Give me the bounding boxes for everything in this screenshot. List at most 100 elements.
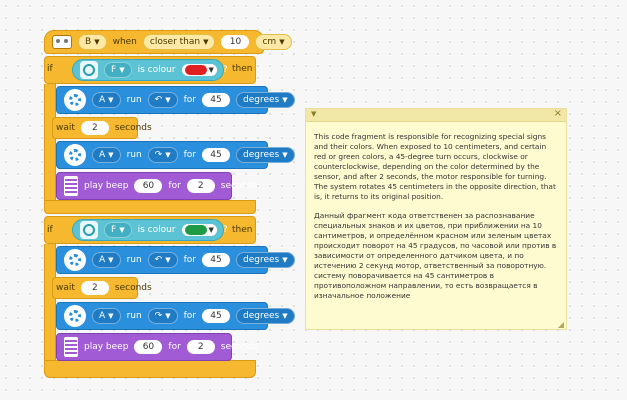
comment-note[interactable]: ▼ × This code fragment is responsible fo… <box>305 108 567 330</box>
motor-run-row: A ▼ run ↶ ▼ for 45 degrees ▼ <box>56 246 295 274</box>
beep-seconds-value[interactable]: 2 <box>186 340 215 354</box>
direction-select[interactable]: ↷ ▼ <box>147 147 178 163</box>
seconds-label: seconds <box>220 342 258 352</box>
chevron-down-icon: ▼ <box>108 96 114 104</box>
unit-select[interactable]: cm ▼ <box>255 34 292 50</box>
motor-icon <box>64 89 86 111</box>
chevron-down-icon: ▼ <box>279 38 285 46</box>
color-sensor-icon <box>80 61 98 79</box>
counterclockwise-icon: ↶ <box>154 255 163 265</box>
if-block-1-arm <box>44 84 56 204</box>
run-label: run <box>126 95 142 105</box>
colour-swatch-select[interactable]: ▼ <box>181 224 217 236</box>
clockwise-icon: ↷ <box>154 150 163 160</box>
chevron-down-icon: ▼ <box>108 256 114 264</box>
chevron-down-icon: ▼ <box>282 96 288 104</box>
event-hat-row: B ▼ when closer than ▼ 10 cm ▼ <box>44 30 292 54</box>
question-mark: ? <box>222 65 228 75</box>
degrees-value[interactable]: 45 <box>201 309 230 323</box>
chevron-down-icon: ▼ <box>119 66 125 74</box>
collapse-arrow-icon[interactable]: ▼ <box>311 110 316 118</box>
wait-label: wait <box>56 123 75 133</box>
chevron-down-icon: ▼ <box>282 151 288 159</box>
distance-sensor-icon <box>52 35 72 49</box>
unit-select[interactable]: degrees ▼ <box>235 252 295 268</box>
seconds-label: seconds <box>114 283 152 293</box>
note-value[interactable]: 60 <box>134 179 163 193</box>
unit-select[interactable]: degrees ▼ <box>235 308 295 324</box>
speaker-icon <box>64 176 78 196</box>
speaker-icon <box>64 337 78 357</box>
if-label: if <box>47 64 53 74</box>
direction-select[interactable]: ↷ ▼ <box>147 308 178 324</box>
sensor-port-select[interactable]: F ▼ <box>104 222 132 238</box>
condition-select[interactable]: closer than ▼ <box>142 34 216 50</box>
chevron-down-icon: ▼ <box>208 226 214 234</box>
wait-label: wait <box>56 283 75 293</box>
motor-run-row: A ▼ run ↷ ▼ for 45 degrees ▼ <box>56 302 295 330</box>
direction-select[interactable]: ↶ ▼ <box>147 252 178 268</box>
chevron-down-icon: ▼ <box>165 151 171 159</box>
for-label: for <box>183 95 196 105</box>
color-condition-2-row: F ▼ is colour ▼ ? <box>72 219 228 241</box>
chevron-down-icon: ▼ <box>108 312 114 320</box>
unit-select[interactable]: degrees ▼ <box>235 92 295 108</box>
motor-port-select[interactable]: A ▼ <box>92 252 121 268</box>
when-label: when <box>112 37 137 47</box>
for-label: for <box>168 181 181 191</box>
direction-select[interactable]: ↶ ▼ <box>147 92 178 108</box>
unit-select[interactable]: degrees ▼ <box>235 147 295 163</box>
for-label: for <box>183 255 196 265</box>
play-beep-label: play beep <box>84 342 129 352</box>
chevron-down-icon: ▼ <box>94 38 100 46</box>
colour-swatch-select[interactable]: ▼ <box>181 64 217 76</box>
run-label: run <box>126 255 142 265</box>
motor-icon <box>64 144 86 166</box>
chevron-down-icon: ▼ <box>282 256 288 264</box>
motor-run-row: A ▼ run ↷ ▼ for 45 degrees ▼ <box>56 141 295 169</box>
play-beep-label: play beep <box>84 181 129 191</box>
comment-note-body[interactable]: This code fragment is responsible for re… <box>306 122 566 301</box>
motor-port-select[interactable]: A ▼ <box>92 92 121 108</box>
run-label: run <box>126 150 142 160</box>
is-colour-label: is colour <box>137 225 176 235</box>
color-condition-1-row: F ▼ is colour ▼ ? <box>72 59 228 81</box>
motor-icon <box>64 249 86 271</box>
degrees-value[interactable]: 45 <box>201 148 230 162</box>
wait-row: wait 2 seconds <box>48 117 152 139</box>
play-beep-row: play beep 60 for 2 seconds <box>56 333 258 361</box>
chevron-down-icon: ▼ <box>119 226 125 234</box>
then-label: then <box>232 225 253 235</box>
for-label: for <box>183 150 196 160</box>
event-port-select[interactable]: B ▼ <box>78 34 107 50</box>
degrees-value[interactable]: 45 <box>201 93 230 107</box>
degrees-value[interactable]: 45 <box>201 253 230 267</box>
wait-value[interactable]: 2 <box>80 281 109 295</box>
chevron-down-icon: ▼ <box>208 66 214 74</box>
motor-run-row: A ▼ run ↶ ▼ for 45 degrees ▼ <box>56 86 295 114</box>
chevron-down-icon: ▼ <box>203 38 209 46</box>
wait-value[interactable]: 2 <box>80 121 109 135</box>
beep-seconds-value[interactable]: 2 <box>186 179 215 193</box>
play-beep-row: play beep 60 for 2 seconds <box>56 172 258 200</box>
resize-handle-icon[interactable]: ◢ <box>558 320 564 329</box>
if-block-2-arm <box>44 244 56 364</box>
chevron-down-icon: ▼ <box>165 256 171 264</box>
chevron-down-icon: ▼ <box>108 151 114 159</box>
close-icon[interactable]: × <box>554 108 562 119</box>
motor-port-select[interactable]: A ▼ <box>92 147 121 163</box>
then-label: then <box>232 64 253 74</box>
distance-value[interactable]: 10 <box>221 35 250 49</box>
note-value[interactable]: 60 <box>134 340 163 354</box>
seconds-label: seconds <box>114 123 152 133</box>
clockwise-icon: ↷ <box>154 311 163 321</box>
wait-row: wait 2 seconds <box>48 277 152 299</box>
for-label: for <box>183 311 196 321</box>
motor-port-select[interactable]: A ▼ <box>92 308 121 324</box>
sensor-port-select[interactable]: F ▼ <box>104 62 132 78</box>
motor-icon <box>64 305 86 327</box>
for-label: for <box>168 342 181 352</box>
chevron-down-icon: ▼ <box>165 96 171 104</box>
comment-note-header[interactable]: ▼ × <box>306 108 566 122</box>
is-colour-label: is colour <box>137 65 176 75</box>
